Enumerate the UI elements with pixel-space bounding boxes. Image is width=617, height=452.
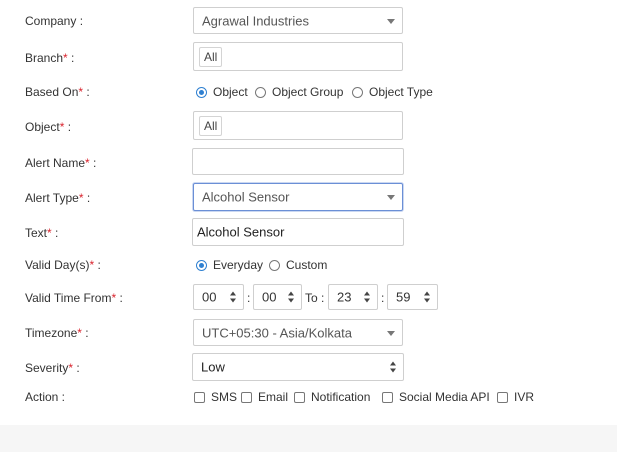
- radio-everyday[interactable]: [196, 260, 207, 271]
- branch-chip-all[interactable]: All: [199, 47, 223, 67]
- from-minute-value: 00: [262, 289, 277, 305]
- object-chip-all[interactable]: All: [199, 116, 223, 136]
- timezone-select[interactable]: UTC+05:30 - Asia/Kolkata: [193, 319, 403, 346]
- checkbox-email-label: Email: [258, 390, 289, 404]
- spinner-arrows-icon[interactable]: [424, 291, 431, 303]
- radio-custom-label: Custom: [286, 258, 328, 272]
- severity-select[interactable]: Low: [192, 353, 404, 381]
- time-colon: :: [381, 291, 385, 305]
- severity-label: Severity* :: [25, 361, 80, 375]
- radio-object[interactable]: [196, 87, 207, 98]
- company-select[interactable]: Agrawal Industries: [193, 7, 403, 34]
- chevron-down-icon: [387, 18, 395, 24]
- timezone-label: Timezone* :: [25, 326, 89, 340]
- to-hour-stepper[interactable]: 23: [328, 284, 378, 310]
- spinner-arrows-icon[interactable]: [288, 291, 295, 303]
- checkbox-social-media-api-label: Social Media API: [399, 390, 490, 404]
- to-hour-value: 23: [337, 289, 352, 305]
- chevron-down-icon: [387, 330, 395, 336]
- to-minute-value: 59: [396, 289, 411, 305]
- alert-type-select-value: Alcohol Sensor: [202, 189, 290, 205]
- alert-name-label: Alert Name* :: [25, 156, 97, 170]
- checkbox-sms-label: SMS: [211, 390, 238, 404]
- radio-object-group-label: Object Group: [272, 85, 344, 99]
- alert-type-select[interactable]: Alcohol Sensor: [193, 183, 403, 211]
- radio-object-group[interactable]: [255, 87, 266, 98]
- timezone-select-value: UTC+05:30 - Asia/Kolkata: [202, 325, 352, 340]
- severity-select-value: Low: [201, 359, 225, 375]
- radio-object-label: Object: [213, 85, 248, 99]
- valid-days-label: Valid Day(s)* :: [25, 258, 101, 272]
- chevron-down-icon: [387, 195, 395, 200]
- based-on-label: Based On* :: [25, 85, 90, 99]
- to-minute-stepper[interactable]: 59: [387, 284, 438, 310]
- spinner-arrows-icon[interactable]: [364, 291, 371, 303]
- object-multiselect[interactable]: All: [193, 111, 403, 140]
- text-input-value: Alcohol Sensor: [197, 224, 285, 240]
- radio-object-type-label: Object Type: [369, 85, 433, 99]
- from-minute-stepper[interactable]: 00: [253, 284, 302, 310]
- valid-time-from-label: Valid Time From* :: [25, 291, 123, 305]
- from-hour-stepper[interactable]: 00: [193, 284, 244, 310]
- checkbox-ivr[interactable]: [497, 392, 508, 403]
- checkbox-notification-label: Notification: [311, 390, 371, 404]
- time-colon: :: [247, 291, 251, 305]
- object-label: Object* :: [25, 120, 72, 134]
- branch-multiselect[interactable]: All: [193, 42, 403, 71]
- radio-everyday-label: Everyday: [213, 258, 264, 272]
- alert-form-panel: Company : Agrawal Industries Branch* : A…: [0, 0, 617, 425]
- text-label: Text* :: [25, 226, 59, 240]
- checkbox-social-media-api[interactable]: [382, 392, 393, 403]
- checkbox-email[interactable]: [241, 392, 252, 403]
- select-arrows-icon: [390, 361, 397, 373]
- company-label: Company :: [25, 14, 84, 28]
- alert-type-label: Alert Type* :: [25, 191, 91, 205]
- radio-object-type[interactable]: [352, 87, 363, 98]
- spinner-arrows-icon[interactable]: [230, 291, 237, 303]
- action-label: Action :: [25, 390, 66, 404]
- alert-name-input[interactable]: [192, 148, 404, 175]
- checkbox-ivr-label: IVR: [514, 390, 535, 404]
- checkbox-notification[interactable]: [294, 392, 305, 403]
- text-input[interactable]: Alcohol Sensor: [192, 218, 404, 246]
- to-label: To :: [305, 291, 325, 305]
- branch-label: Branch* :: [25, 51, 75, 65]
- from-hour-value: 00: [202, 289, 217, 305]
- radio-custom[interactable]: [269, 260, 280, 271]
- company-select-value: Agrawal Industries: [202, 13, 309, 28]
- checkbox-sms[interactable]: [194, 392, 205, 403]
